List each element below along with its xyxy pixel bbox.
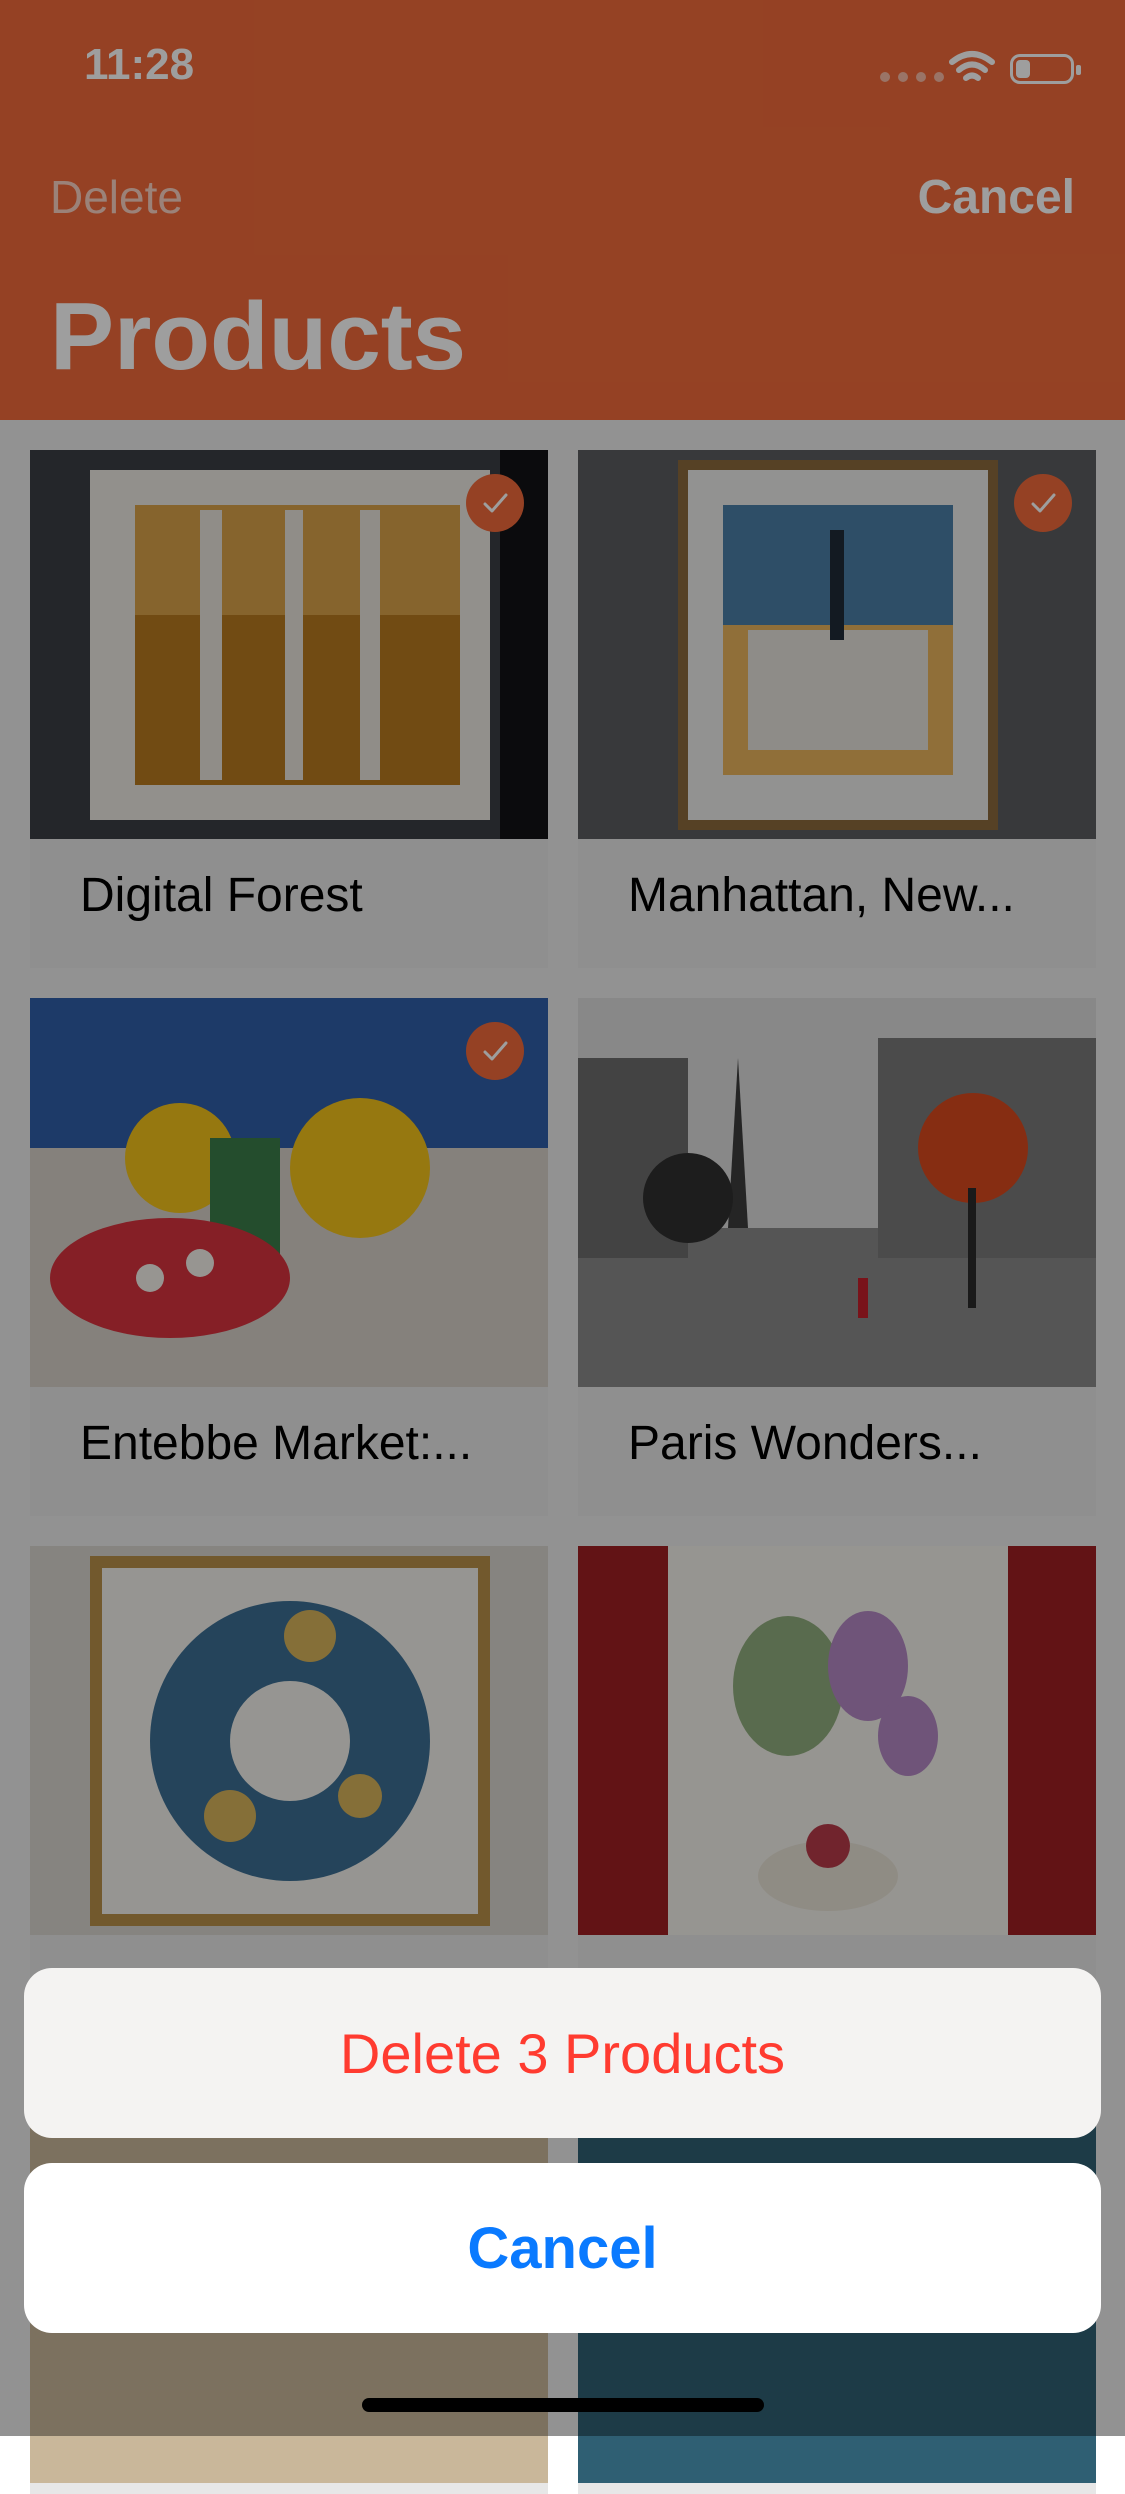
cancel-action-label: Cancel: [467, 2215, 658, 2281]
home-indicator[interactable]: [362, 2398, 764, 2412]
delete-products-button[interactable]: Delete 3 Products: [24, 1968, 1101, 2138]
cancel-action-button[interactable]: Cancel: [24, 2163, 1101, 2333]
delete-products-label: Delete 3 Products: [339, 2021, 786, 2085]
